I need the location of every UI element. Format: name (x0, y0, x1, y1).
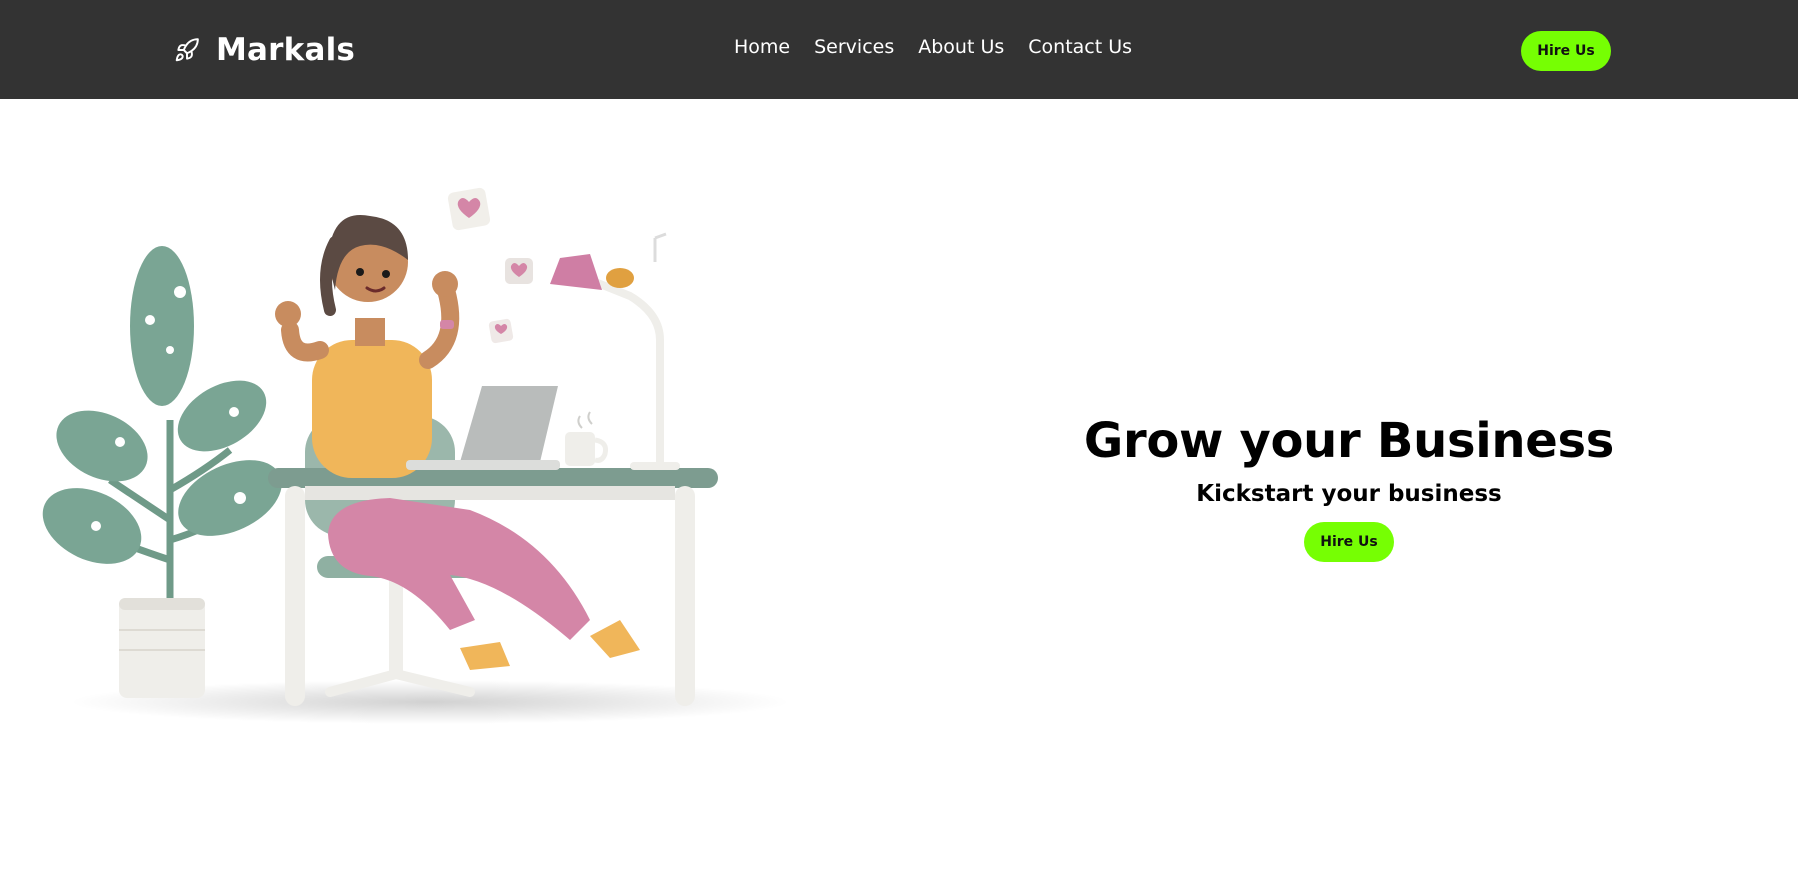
nav-link-about[interactable]: About Us (918, 36, 1004, 58)
hero-hire-button[interactable]: Hire Us (1304, 522, 1394, 562)
nav-link-home[interactable]: Home (734, 36, 790, 58)
nav-links: Home Services About Us Contact Us (734, 36, 1132, 58)
nav-hire-button[interactable]: Hire Us (1521, 31, 1611, 71)
hero-illustration (30, 180, 830, 740)
rocket-icon (174, 37, 200, 63)
nav-link-services[interactable]: Services (814, 36, 894, 58)
plant-illustration (42, 246, 282, 698)
heart-cards-illustration (447, 187, 533, 344)
navbar: Markals Home Services About Us Contact U… (0, 0, 1798, 99)
nav-link-contact[interactable]: Contact Us (1028, 36, 1132, 58)
hero-section: Grow your Business Kickstart your busine… (1049, 408, 1649, 562)
brand-name: Markals (216, 32, 356, 68)
hero-title: Grow your Business (1083, 413, 1615, 469)
brand[interactable]: Markals (174, 28, 355, 72)
hero-subtitle: Kickstart your business (1196, 481, 1502, 507)
mug-illustration (565, 411, 608, 466)
